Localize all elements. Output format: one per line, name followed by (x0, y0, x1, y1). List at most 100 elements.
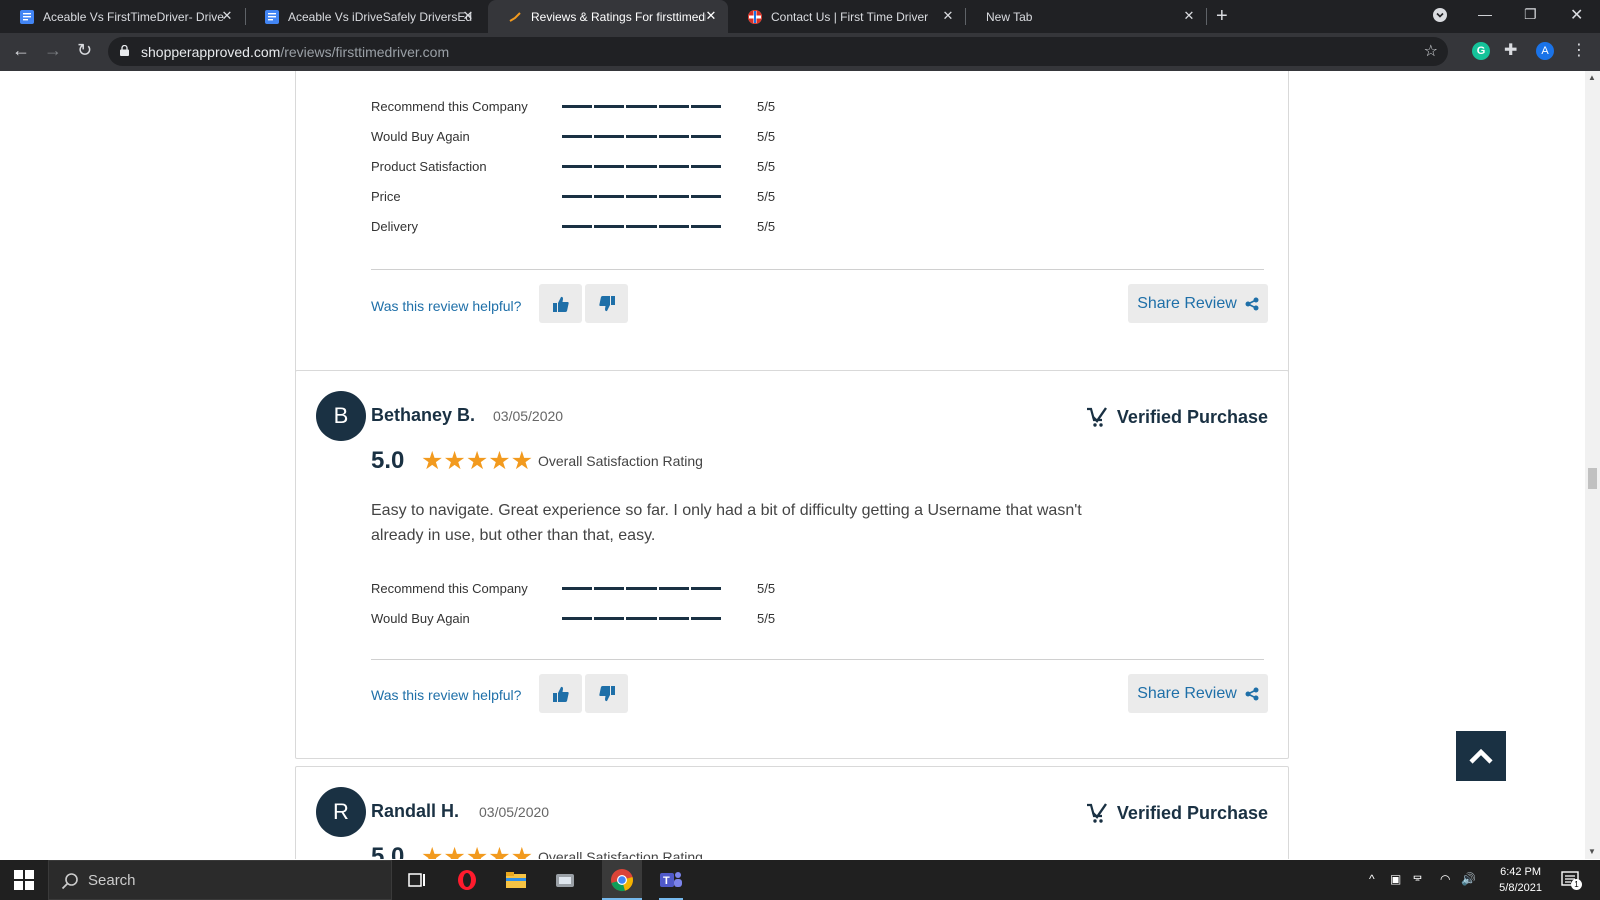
new-tab-plus-icon[interactable]: + (1216, 5, 1228, 28)
svg-text:T: T (663, 875, 670, 887)
rating-value: 5/5 (757, 188, 776, 204)
meet-now-icon[interactable]: ▣ (1390, 872, 1401, 886)
overall-satisfaction-label: Overall Satisfaction Rating (538, 849, 703, 859)
clock-time: 6:42 PM (1500, 866, 1542, 878)
tab-aceable-idrivesafely[interactable]: Aceable Vs iDriveSafely DriversEd ✕ (245, 0, 485, 33)
notification-center-icon[interactable]: 1 (1561, 870, 1582, 890)
thumbs-up-button[interactable] (539, 674, 582, 713)
overall-score: 5.0 (371, 447, 405, 474)
windows-start-icon[interactable] (14, 870, 38, 894)
tab-title: New Tab (986, 9, 1033, 24)
forward-arrow-icon[interactable]: → (44, 40, 62, 61)
tab-contact-us[interactable]: Contact Us | First Time Driver ✕ (728, 0, 965, 33)
tab-title: Reviews & Ratings For firsttimedriver (531, 9, 706, 24)
restore-icon[interactable]: ❐ (1524, 6, 1537, 23)
tab-title: Contact Us | First Time Driver (771, 9, 929, 24)
thumbs-up-button[interactable] (539, 284, 582, 323)
thumbs-up-icon (552, 686, 569, 702)
page-scrollbar[interactable]: ▲ ▼ (1585, 71, 1600, 859)
rating-bar (562, 164, 722, 168)
verified-label: Verified Purchase (1116, 406, 1268, 427)
tab-aceable-firsttimedriver[interactable]: Aceable Vs FirstTimeDriver- Drive ✕ (0, 0, 244, 33)
tab-new-tab[interactable]: New Tab ✕ (966, 0, 1206, 33)
back-to-top-button[interactable] (1456, 731, 1506, 781)
notification-count-badge: 1 (1571, 879, 1582, 890)
thumbs-down-button[interactable] (585, 284, 628, 323)
rating-row: Product Satisfaction 5/5 (371, 156, 775, 176)
star-rating: ★★★★★ (421, 843, 534, 859)
helpful-prompt: Was this review helpful? (371, 687, 522, 703)
file-explorer-icon[interactable] (504, 868, 528, 892)
rating-bar (562, 616, 722, 620)
close-window-icon[interactable]: ✕ (1570, 5, 1583, 25)
rating-bar (562, 224, 722, 228)
page-content: Recommend this Company 5/5 Would Buy Aga… (0, 71, 1585, 859)
helpful-prompt: Was this review helpful? (371, 298, 522, 314)
minimize-icon[interactable]: — (1478, 6, 1492, 22)
rating-label: Recommend this Company (371, 98, 528, 114)
teams-taskbar-button[interactable]: T (651, 860, 691, 900)
scroll-down-arrow-icon[interactable]: ▼ (1588, 847, 1596, 856)
star-rating: ★★★★★ (421, 447, 534, 475)
rating-value: 5/5 (757, 580, 776, 596)
rating-value: 5/5 (757, 98, 776, 114)
close-tab-icon[interactable]: ✕ (941, 9, 955, 23)
divider (371, 659, 1264, 660)
scrollbar-thumb[interactable] (1588, 468, 1597, 489)
review-card: B Bethaney B. 03/05/2020 Verified Purcha… (295, 370, 1289, 759)
scroll-up-arrow-icon[interactable]: ▲ (1588, 73, 1596, 82)
volume-icon[interactable]: 🔊 (1461, 872, 1476, 886)
shopperapproved-icon (508, 10, 522, 24)
show-hidden-icons-chevron-icon[interactable]: ^ (1369, 872, 1375, 886)
avatar: B (316, 391, 366, 441)
snipping-tool-icon[interactable] (553, 868, 577, 892)
tab-separator (1206, 8, 1207, 25)
rating-row: Would Buy Again 5/5 (371, 126, 775, 146)
rating-label: Product Satisfaction (371, 158, 487, 174)
taskbar-search-box[interactable]: Search (48, 860, 392, 900)
chevron-up-icon (1469, 748, 1493, 764)
close-tab-icon[interactable]: ✕ (461, 9, 475, 23)
overall-score: 5.0 (371, 843, 405, 859)
rating-value: 5/5 (757, 158, 776, 174)
tab-search-icon[interactable] (1432, 7, 1448, 26)
close-tab-icon[interactable]: ✕ (1182, 9, 1196, 23)
address-bar[interactable]: shopperapproved.com/reviews/firsttimedri… (108, 37, 1448, 66)
back-arrow-icon[interactable]: ← (12, 40, 30, 61)
review-card: R Randall H. 03/05/2020 Verified Purchas… (295, 766, 1289, 859)
close-tab-icon[interactable]: ✕ (704, 9, 718, 23)
browser-tab-bar: Aceable Vs FirstTimeDriver- Drive ✕ Acea… (0, 0, 1600, 33)
ime-language-icon[interactable]: ᄝ (1412, 872, 1423, 889)
thumbs-down-icon (598, 685, 615, 701)
teams-icon: T (660, 872, 682, 887)
tab-reviews-active[interactable]: Reviews & Ratings For firsttimedriver ✕ (488, 0, 728, 33)
opera-browser-icon[interactable] (455, 868, 479, 892)
rating-row: Would Buy Again 5/5 (371, 608, 775, 628)
review-date: 03/05/2020 (479, 804, 550, 820)
share-review-button[interactable]: Share Review (1128, 674, 1268, 713)
task-view-icon[interactable] (405, 868, 429, 892)
profile-avatar[interactable]: A (1536, 42, 1554, 60)
chrome-taskbar-button[interactable] (602, 860, 642, 900)
close-tab-icon[interactable]: ✕ (220, 9, 234, 23)
url-text: shopperapproved.com/reviews/firsttimedri… (141, 44, 450, 60)
rating-label: Price (371, 188, 401, 204)
reload-icon[interactable]: ↻ (77, 40, 92, 61)
clock-date: 5/8/2021 (1499, 882, 1542, 894)
verified-purchase-badge: Verified Purchase (1085, 801, 1268, 825)
avatar: R (316, 787, 366, 837)
wifi-icon[interactable]: ◠ (1440, 872, 1450, 886)
tab-title: Aceable Vs iDriveSafely DriversEd (288, 9, 472, 24)
extensions-puzzle-icon[interactable]: ✚ (1504, 42, 1522, 60)
divider (371, 269, 1264, 270)
firsttimedriver-icon (748, 9, 762, 24)
rating-label: Delivery (371, 218, 418, 234)
lock-icon (120, 45, 129, 56)
thumbs-down-button[interactable] (585, 674, 628, 713)
system-clock[interactable]: 6:42 PM 5/8/2021 (1499, 864, 1542, 896)
grammarly-icon[interactable]: G (1472, 42, 1490, 60)
bookmark-star-icon[interactable]: ☆ (1424, 41, 1438, 61)
share-review-button[interactable]: Share Review (1128, 284, 1268, 323)
more-menu-icon[interactable]: ⋮ (1571, 42, 1589, 60)
rating-row: Recommend this Company 5/5 (371, 578, 775, 598)
